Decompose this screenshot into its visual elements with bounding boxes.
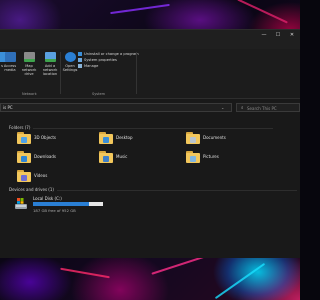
ribbon-button-label: Add a network location [42, 64, 58, 77]
wallpaper-streak [214, 262, 266, 300]
content-pane: Folders (7) 3D Objects Desktop Documents… [0, 116, 300, 258]
programs-icon [78, 52, 82, 56]
ribbon-item-label: Manage [84, 64, 99, 68]
drive-free-space: 187 GB free of 952 GB [33, 208, 76, 213]
folder-name: Documents [203, 135, 226, 140]
folder-icon [99, 132, 113, 144]
video-icon [21, 175, 27, 181]
folder-icon [99, 151, 113, 163]
document-icon [190, 137, 196, 143]
maximize-button[interactable]: ☐ [272, 30, 284, 40]
folder-downloads[interactable]: Downloads [17, 149, 97, 167]
manage-icon [78, 64, 82, 68]
folder-name: Videos [34, 173, 48, 178]
folder-icon [17, 151, 31, 163]
ribbon-group-separator [136, 52, 137, 94]
ribbon-tabs [0, 40, 300, 49]
address-path: is PC [3, 105, 13, 110]
access-media-button[interactable]: Access media [0, 52, 20, 72]
search-placeholder: Search This PC [247, 105, 277, 111]
manage-button[interactable]: Manage [78, 64, 98, 68]
folder-3d-objects[interactable]: 3D Objects [17, 130, 97, 148]
search-input[interactable]: ⌕ Search This PC [236, 103, 300, 112]
drive-usage-fill [33, 202, 89, 206]
drive-name: Local Disk (C:) [33, 196, 62, 201]
cube-icon [21, 137, 27, 143]
folder-icon [186, 151, 200, 163]
music-note-icon [103, 156, 109, 162]
chevron-down-icon[interactable]: ⌄ [221, 105, 224, 110]
download-arrow-icon [21, 156, 27, 162]
folder-videos[interactable]: Videos [17, 168, 97, 186]
search-icon: ⌕ [241, 106, 244, 111]
minimize-button[interactable]: — [258, 30, 270, 40]
ribbon-button-label: Access media [3, 64, 17, 73]
gear-icon [64, 52, 76, 62]
status-bar [0, 252, 300, 258]
drive-local-disk-c[interactable]: Local Disk (C:) 187 GB free of 952 GB [14, 196, 104, 216]
address-bar[interactable]: is PC ⌄ [0, 103, 232, 112]
map-network-drive-button[interactable]: Map network drive [19, 52, 39, 77]
media-icon [4, 52, 16, 62]
folder-name: Pictures [203, 154, 219, 159]
open-settings-button[interactable]: Open Settings [60, 52, 80, 72]
wallpaper-streak [110, 3, 170, 15]
folder-name: Downloads [34, 154, 56, 159]
drives-section-header[interactable]: Devices and drives (1) [9, 187, 297, 192]
folder-desktop[interactable]: Desktop [99, 130, 179, 148]
ribbon: s Access media Map network drive Add a n… [0, 49, 300, 99]
ribbon-group-label-network: Network [22, 92, 37, 96]
uninstall-program-button[interactable]: Uninstall or change a program [78, 52, 139, 56]
ribbon-button-label: Open Settings [62, 64, 78, 73]
folder-icon [17, 132, 31, 144]
system-properties-button[interactable]: System properties [78, 58, 117, 62]
navigation-bar: is PC ⌄ ⌕ Search This PC [0, 102, 300, 115]
folder-pictures[interactable]: Pictures [186, 149, 266, 167]
folder-name: 3D Objects [34, 135, 57, 140]
ribbon-item-label: System properties [84, 58, 117, 62]
system-icon [78, 58, 82, 62]
network-drive-icon [23, 52, 35, 62]
folder-icon [186, 132, 200, 144]
ribbon-button-label: Map network drive [21, 64, 37, 77]
folder-name: Desktop [116, 135, 133, 140]
drive-usage-bar [33, 202, 103, 206]
folder-documents[interactable]: Documents [186, 130, 266, 148]
add-network-location-button[interactable]: Add a network location [40, 52, 60, 77]
ribbon-group-label-system: System [92, 92, 106, 96]
folder-music[interactable]: Music [99, 149, 179, 167]
desktop-icon [103, 137, 109, 143]
ribbon-item-label: Uninstall or change a program [84, 52, 139, 56]
folder-icon [17, 170, 31, 182]
network-location-icon [44, 52, 56, 62]
close-button[interactable]: ✕ [286, 30, 298, 40]
folder-name: Music [116, 154, 128, 159]
file-explorer-window: — ☐ ✕ s Access media Map network drive A… [0, 29, 300, 258]
wallpaper-streak [60, 267, 110, 279]
title-bar[interactable]: — ☐ ✕ [0, 30, 300, 40]
wallpaper-streak [237, 0, 288, 24]
picture-icon [190, 156, 196, 162]
hard-drive-icon [15, 198, 27, 209]
